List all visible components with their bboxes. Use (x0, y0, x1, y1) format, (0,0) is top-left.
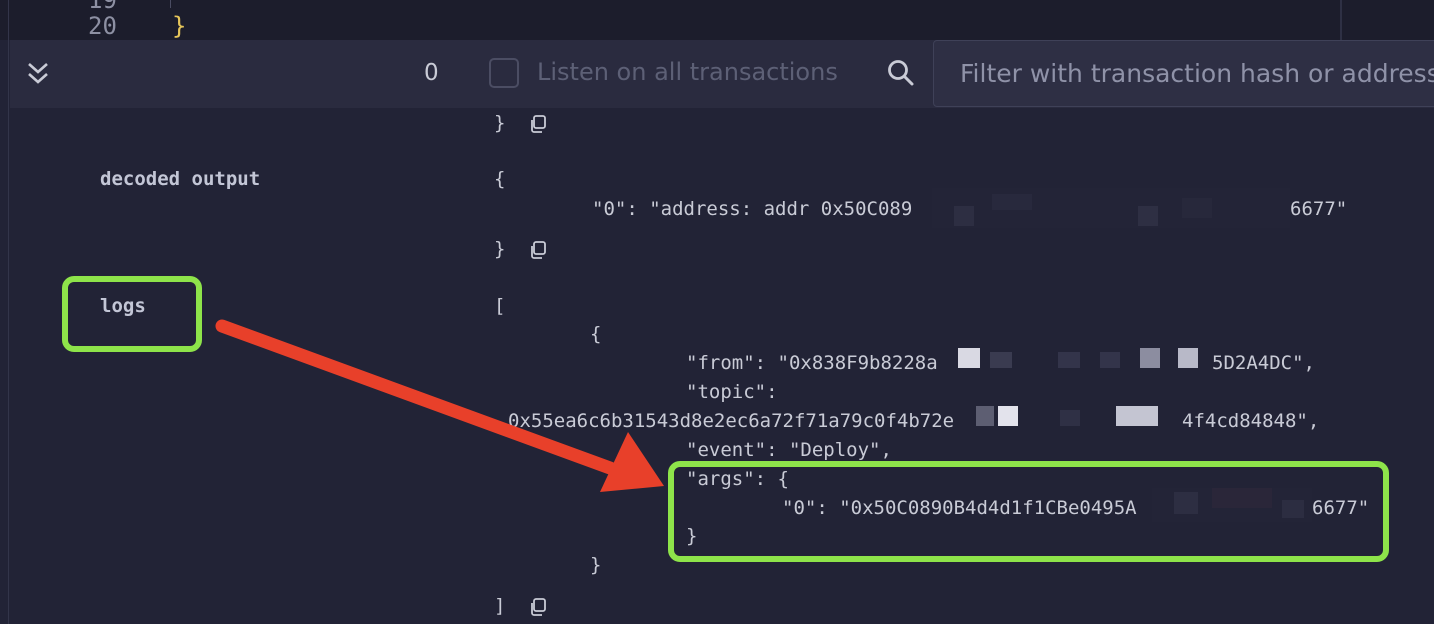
copy-icon[interactable] (528, 114, 548, 134)
panel-divider (8, 0, 9, 624)
line-number: 20 (88, 12, 117, 40)
log-event: "event": "Deploy", (686, 439, 892, 461)
redacted-area (950, 346, 1212, 376)
redacted-area (970, 404, 1182, 434)
redacted-area (932, 188, 1290, 228)
args-highlight-box (668, 461, 1389, 562)
double-chevron-down-icon[interactable] (26, 60, 50, 88)
copy-icon[interactable] (528, 240, 548, 260)
pending-transaction-count: 0 (424, 60, 439, 86)
log-topic-tail: 4f4cd84848", (1182, 410, 1320, 432)
logs-highlight-box (62, 276, 202, 352)
code-brace: { (590, 323, 602, 345)
code-bracket: [ (494, 295, 506, 317)
filter-input-container (933, 40, 1434, 108)
editor-scrollbar[interactable] (1340, 0, 1342, 40)
indent-guide (170, 0, 171, 8)
code-brace: } (494, 112, 506, 134)
listen-all-label[interactable]: Listen on all transactions (537, 58, 838, 86)
log-from: "from": "0x838F9b8228a (686, 352, 938, 374)
listen-all-checkbox[interactable] (489, 58, 519, 88)
code-brace: } (590, 554, 602, 576)
search-icon[interactable] (886, 58, 916, 88)
log-from-tail: 5D2A4DC", (1212, 352, 1315, 374)
decoded-output-entry-tail: 6677" (1290, 198, 1348, 220)
copy-icon[interactable] (528, 597, 548, 617)
decoded-output-entry: "0": "address: addr 0x50C089 (592, 198, 913, 220)
log-topic-value: 0x55ea6c6b31543d8e2ec6a72f71a79c0f4b72e (508, 410, 955, 432)
log-topic-key: "topic": (686, 381, 778, 403)
code-closing-brace: } (172, 12, 187, 40)
editor-area (0, 0, 1434, 40)
code-brace: { (494, 168, 506, 190)
transaction-filter-input[interactable] (933, 40, 1434, 107)
decoded-output-label: decoded output (100, 168, 261, 190)
code-bracket: ] (494, 595, 506, 617)
code-brace: } (494, 238, 506, 260)
